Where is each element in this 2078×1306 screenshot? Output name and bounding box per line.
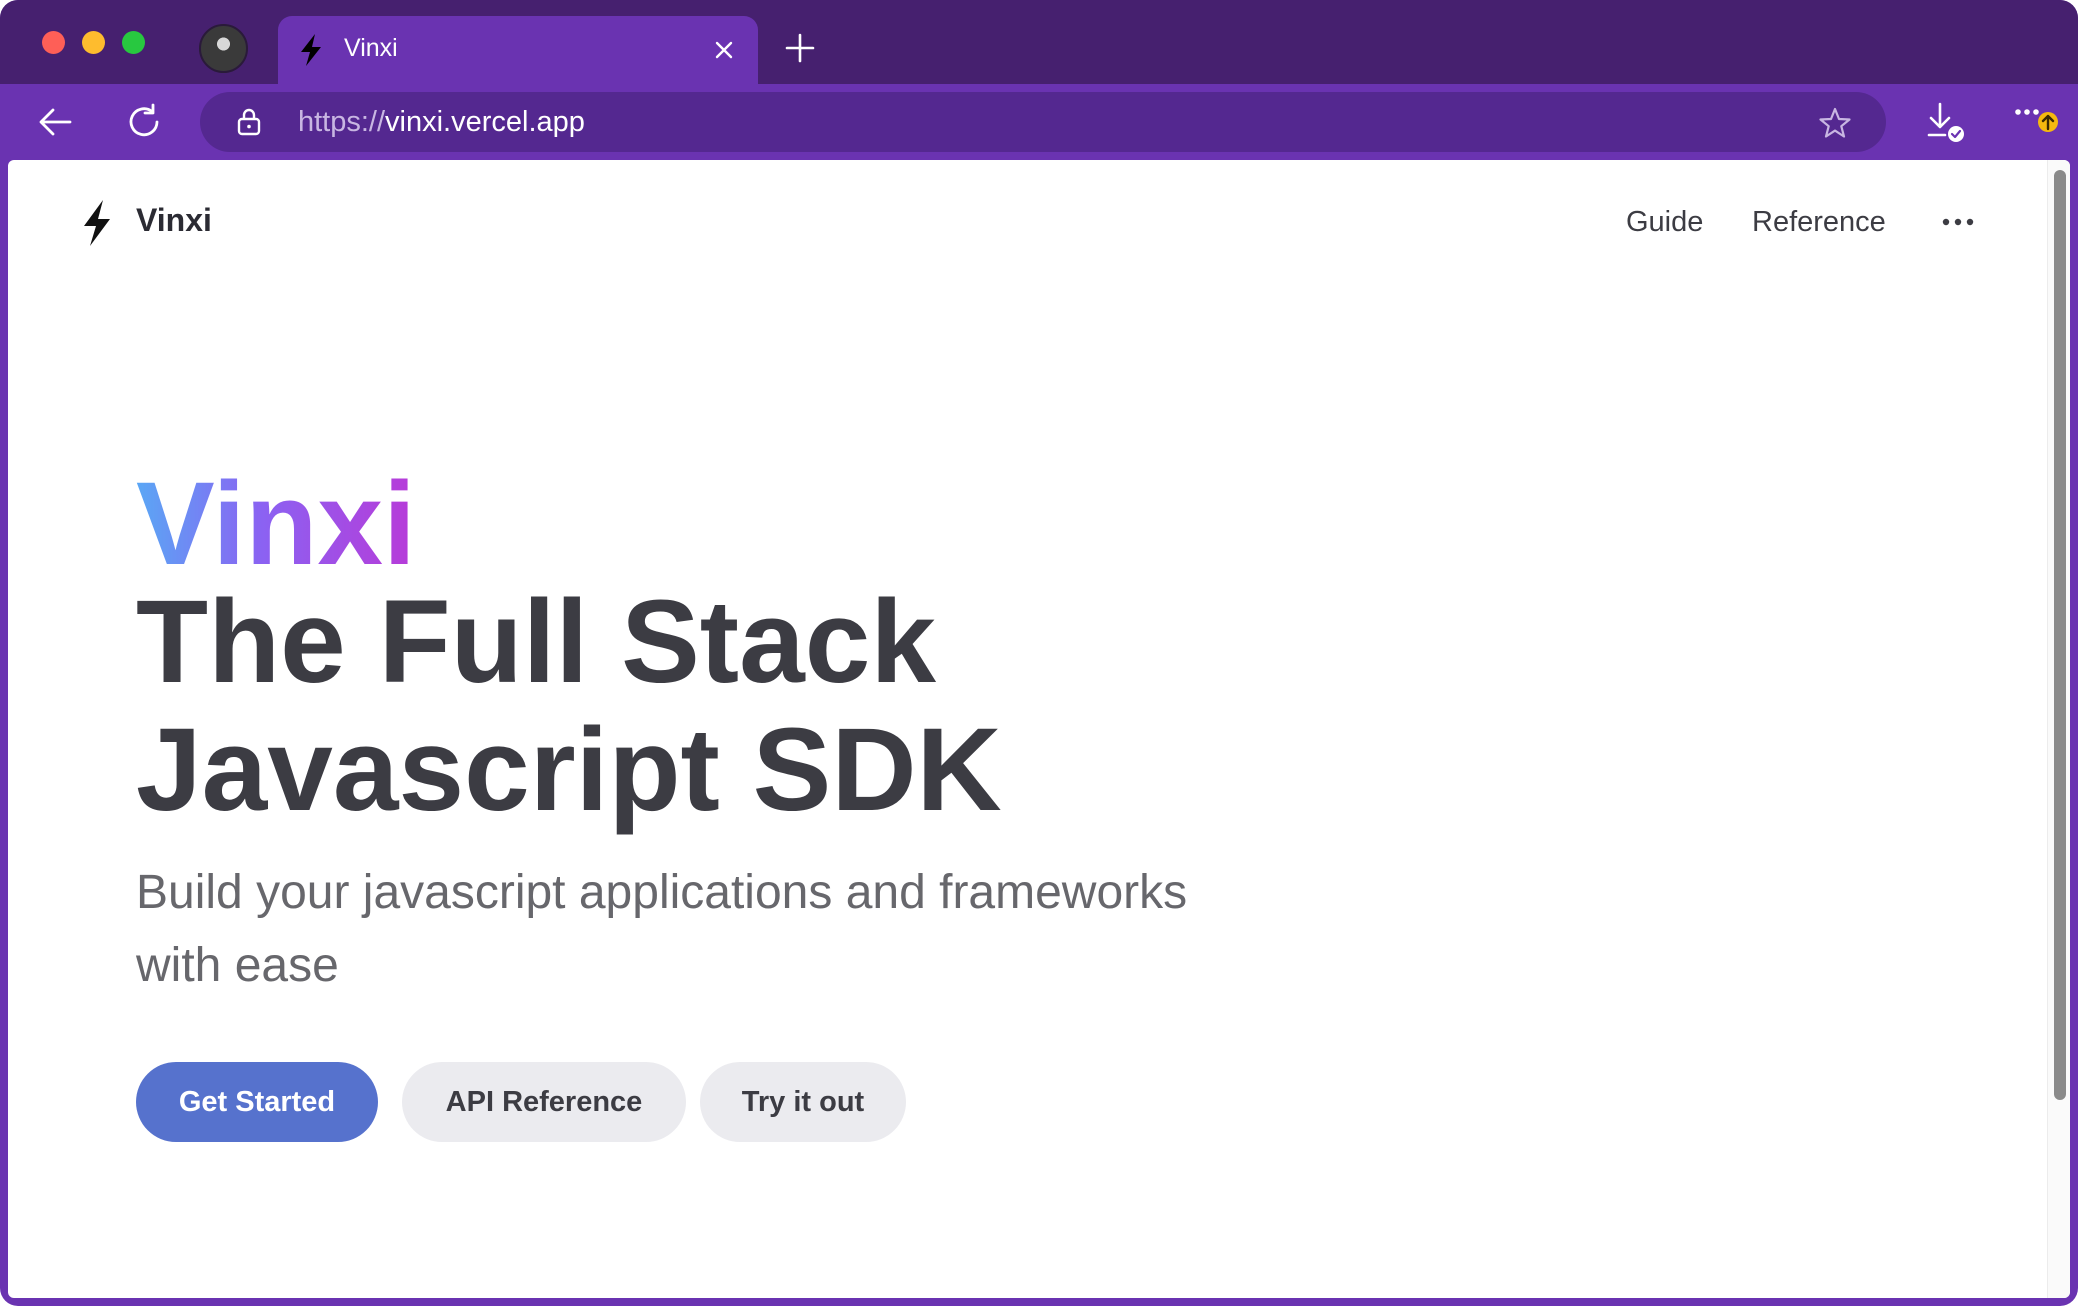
api-reference-button[interactable]: API Reference — [402, 1062, 686, 1142]
page-scrollbar[interactable] — [2047, 160, 2070, 1298]
tab-bar: Vinxi — [0, 0, 2078, 84]
download-icon[interactable] — [1924, 100, 1968, 144]
more-horizontal-icon[interactable] — [1938, 210, 1978, 234]
arrow-left-icon[interactable] — [36, 102, 76, 142]
star-icon[interactable] — [1818, 106, 1852, 140]
browser-toolbar: https://vinxi.vercel.app — [0, 84, 2078, 160]
browser-window: Vinxi https://vinxi.vercel.app Vinxi Gui… — [0, 0, 2078, 1306]
try-it-out-button[interactable]: Try it out — [700, 1062, 906, 1142]
more-horizontal-icon[interactable] — [2012, 100, 2062, 144]
hero-tagline-line-2: with ease — [136, 939, 339, 992]
hero-title-line-2: Javascript SDK — [136, 704, 1002, 836]
hero-title-line-1: The Full Stack — [136, 576, 936, 708]
tab-title: Vinxi — [344, 34, 398, 62]
nav-link-reference[interactable]: Reference — [1752, 206, 1886, 239]
hero-title: The Full Stack Javascript SDK — [136, 578, 1336, 834]
zoom-window-button[interactable] — [122, 31, 145, 54]
hero-name: Vinxi — [136, 458, 416, 590]
minimize-window-button[interactable] — [82, 31, 105, 54]
profile-avatar[interactable] — [199, 24, 248, 73]
url-text: https://vinxi.vercel.app — [298, 106, 585, 139]
tab-vinxi[interactable]: Vinxi — [278, 16, 758, 84]
site-title[interactable]: Vinxi — [136, 202, 212, 239]
url-scheme: https:// — [298, 106, 386, 138]
lightning-bolt-icon — [301, 34, 321, 66]
lock-icon[interactable] — [236, 108, 262, 136]
hero-tagline-line-1: Build your javascript applications and f… — [136, 866, 1188, 919]
scrollbar-thumb[interactable] — [2054, 170, 2066, 1100]
address-bar[interactable]: https://vinxi.vercel.app — [200, 92, 1886, 152]
hero-tagline: Build your javascript applications and f… — [136, 856, 1336, 1002]
reload-icon[interactable] — [124, 102, 164, 142]
plus-icon[interactable] — [784, 32, 816, 64]
close-window-button[interactable] — [42, 31, 65, 54]
vinxi-logo-icon[interactable] — [80, 200, 114, 246]
nav-link-guide[interactable]: Guide — [1626, 206, 1703, 239]
url-host: vinxi.vercel.app — [385, 106, 585, 138]
page-viewport: Vinxi Guide Reference Vinxi The Full Sta… — [8, 160, 2070, 1298]
get-started-button[interactable]: Get Started — [136, 1062, 378, 1142]
close-icon[interactable] — [712, 38, 736, 62]
